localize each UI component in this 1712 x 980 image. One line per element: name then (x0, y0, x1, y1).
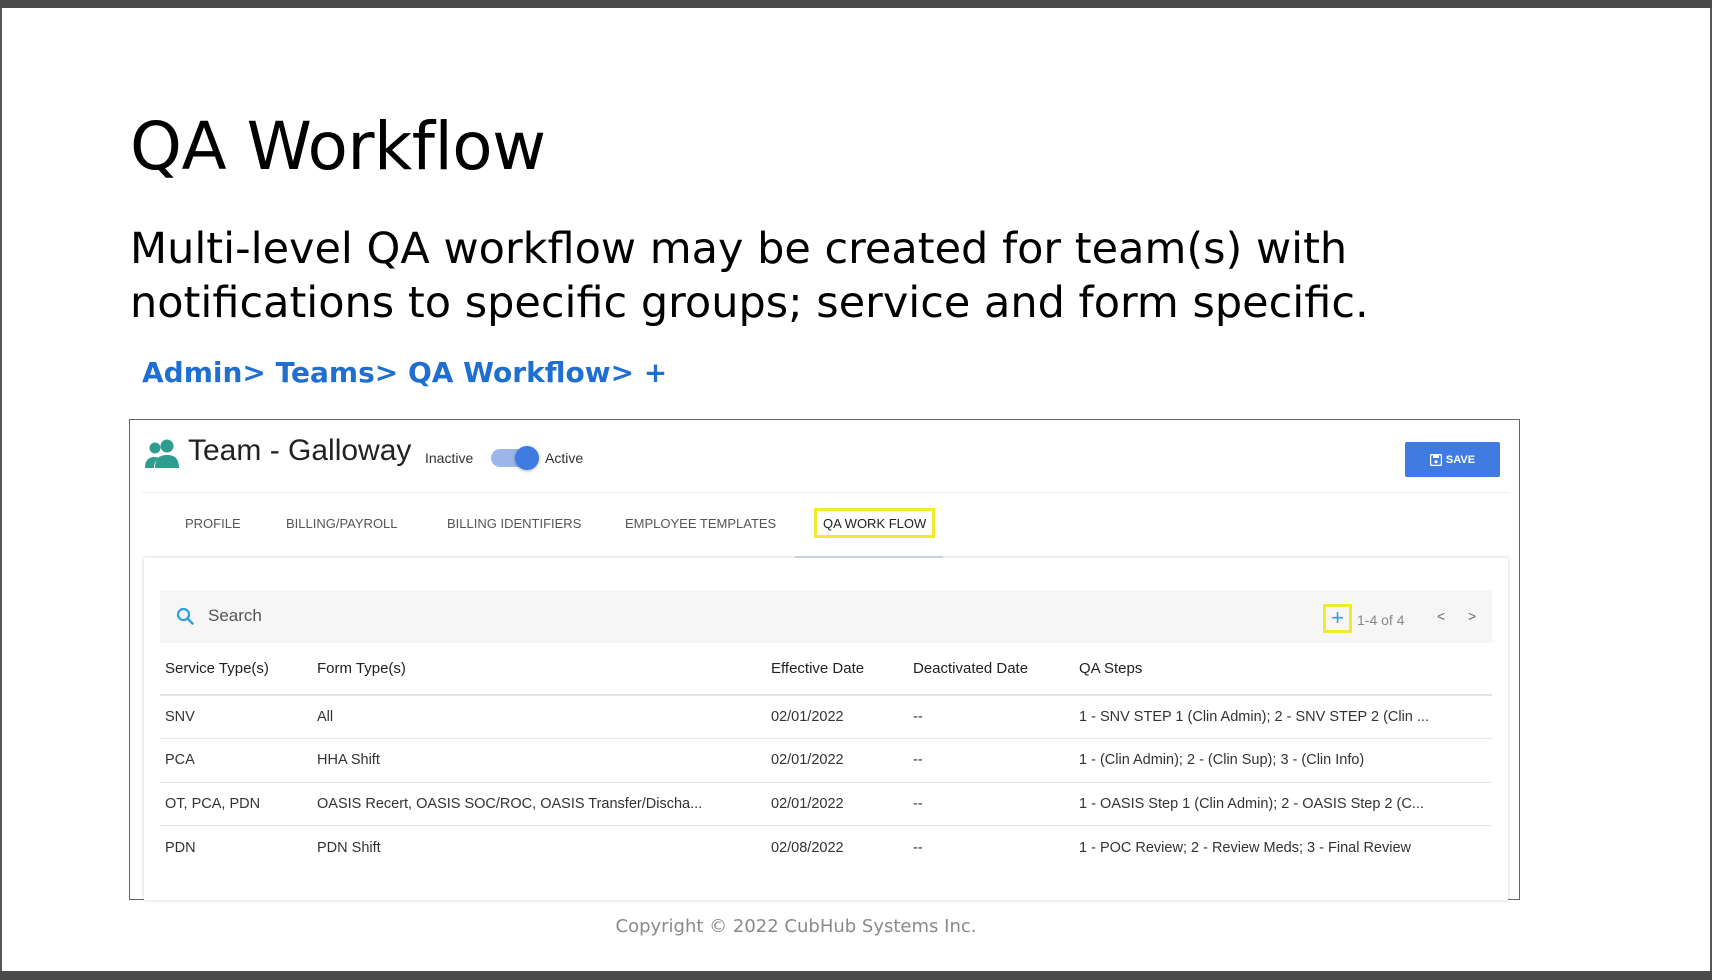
cell-deactivated-date: -- (908, 782, 1074, 826)
app-screenshot: Team - Galloway Inactive Active SAVE PRO… (129, 419, 1520, 900)
tab-billing-payroll[interactable]: BILLING/PAYROLL (286, 516, 398, 531)
cell-effective-date: 02/01/2022 (766, 738, 908, 783)
tab-employee-templates[interactable]: EMPLOYEE TEMPLATES (625, 516, 776, 531)
search-icon (176, 607, 194, 625)
slide-subtitle: Multi-level QA workflow may be created f… (130, 224, 1369, 328)
table-row[interactable]: SNV All 02/01/2022 -- 1 - SNV STEP 1 (Cl… (160, 695, 1492, 739)
cell-service-types: SNV (160, 695, 312, 739)
col-header-form-types[interactable]: Form Type(s) (312, 643, 766, 696)
window-left-edge (0, 8, 2, 971)
save-button[interactable]: SAVE (1405, 442, 1500, 477)
col-header-deactivated-date[interactable]: Deactivated Date (908, 643, 1074, 696)
col-header-qa-steps[interactable]: QA Steps (1074, 643, 1492, 696)
slide-title: QA Workflow (130, 108, 546, 185)
active-label: Active (545, 450, 584, 466)
search-input[interactable] (208, 604, 808, 628)
cell-effective-date: 02/08/2022 (771, 839, 844, 856)
breadcrumb: Admin> Teams> QA Workflow> + (142, 356, 668, 389)
cell-deactivated-date: -- (908, 738, 1074, 783)
cell-form-types: PDN Shift (317, 839, 381, 856)
add-workflow-button[interactable]: + (1323, 604, 1352, 633)
cell-service-types: OT, PCA, PDN (160, 782, 312, 826)
cell-effective-date: 02/01/2022 (766, 782, 908, 826)
cell-qa-steps: 1 - SNV STEP 1 (Clin Admin); 2 - SNV STE… (1074, 695, 1492, 739)
team-name: Team - Galloway (188, 434, 412, 467)
table-row[interactable]: OT, PCA, PDN OASIS Recert, OASIS SOC/ROC… (160, 782, 1492, 826)
cell-qa-steps: 1 - POC Review; 2 - Review Meds; 3 - Fin… (1079, 839, 1411, 856)
prev-page-button[interactable]: < (1437, 608, 1445, 624)
table-row[interactable]: PDN PDN Shift 02/08/2022 -- 1 - POC Revi… (160, 826, 1492, 870)
cell-qa-steps: 1 - (Clin Admin); 2 - (Clin Sup); 3 - (C… (1074, 738, 1492, 783)
floppy-disk-icon (1429, 453, 1442, 466)
table-header-row: Service Type(s) Form Type(s) Effective D… (160, 643, 1492, 696)
cell-effective-date: 02/01/2022 (766, 695, 908, 739)
qa-workflow-card: + 1-4 of 4 < > Service Type(s) Form Type… (144, 558, 1508, 900)
tab-qa-work-flow[interactable]: QA WORK FLOW (814, 508, 936, 538)
tab-profile[interactable]: PROFILE (185, 516, 241, 531)
save-label: SAVE (1445, 453, 1476, 466)
qa-workflow-table: Service Type(s) Form Type(s) Effective D… (160, 643, 1492, 869)
col-header-effective-date[interactable]: Effective Date (766, 643, 908, 696)
inactive-label: Inactive (425, 450, 474, 466)
cell-deactivated-date: -- (913, 839, 923, 856)
tab-billing-identifiers[interactable]: BILLING IDENTIFIERS (447, 516, 581, 531)
cell-form-types: OASIS Recert, OASIS SOC/ROC, OASIS Trans… (312, 782, 766, 826)
header-divider (142, 492, 1509, 493)
cell-qa-steps: 1 - OASIS Step 1 (Clin Admin); 2 - OASIS… (1074, 782, 1492, 826)
cell-form-types: All (312, 695, 766, 739)
table-toolbar: + 1-4 of 4 < > (160, 590, 1492, 643)
cell-deactivated-date: -- (908, 695, 1074, 739)
window-top-bar (0, 0, 1712, 8)
cell-service-types: PDN (165, 839, 196, 856)
cell-service-types: PCA (160, 738, 312, 783)
toggle-knob[interactable] (515, 446, 539, 470)
cell-form-types: HHA Shift (312, 738, 766, 783)
window-bottom-bar (0, 971, 1712, 980)
col-header-service-types[interactable]: Service Type(s) (160, 643, 312, 696)
active-toggle[interactable] (491, 446, 539, 470)
copyright-footer: Copyright © 2022 CubHub Systems Inc. (615, 916, 977, 937)
people-icon (145, 439, 179, 468)
next-page-button[interactable]: > (1468, 608, 1476, 624)
pagination-info: 1-4 of 4 (1357, 612, 1405, 628)
table-row[interactable]: PCA HHA Shift 02/01/2022 -- 1 - (Clin Ad… (160, 738, 1492, 783)
